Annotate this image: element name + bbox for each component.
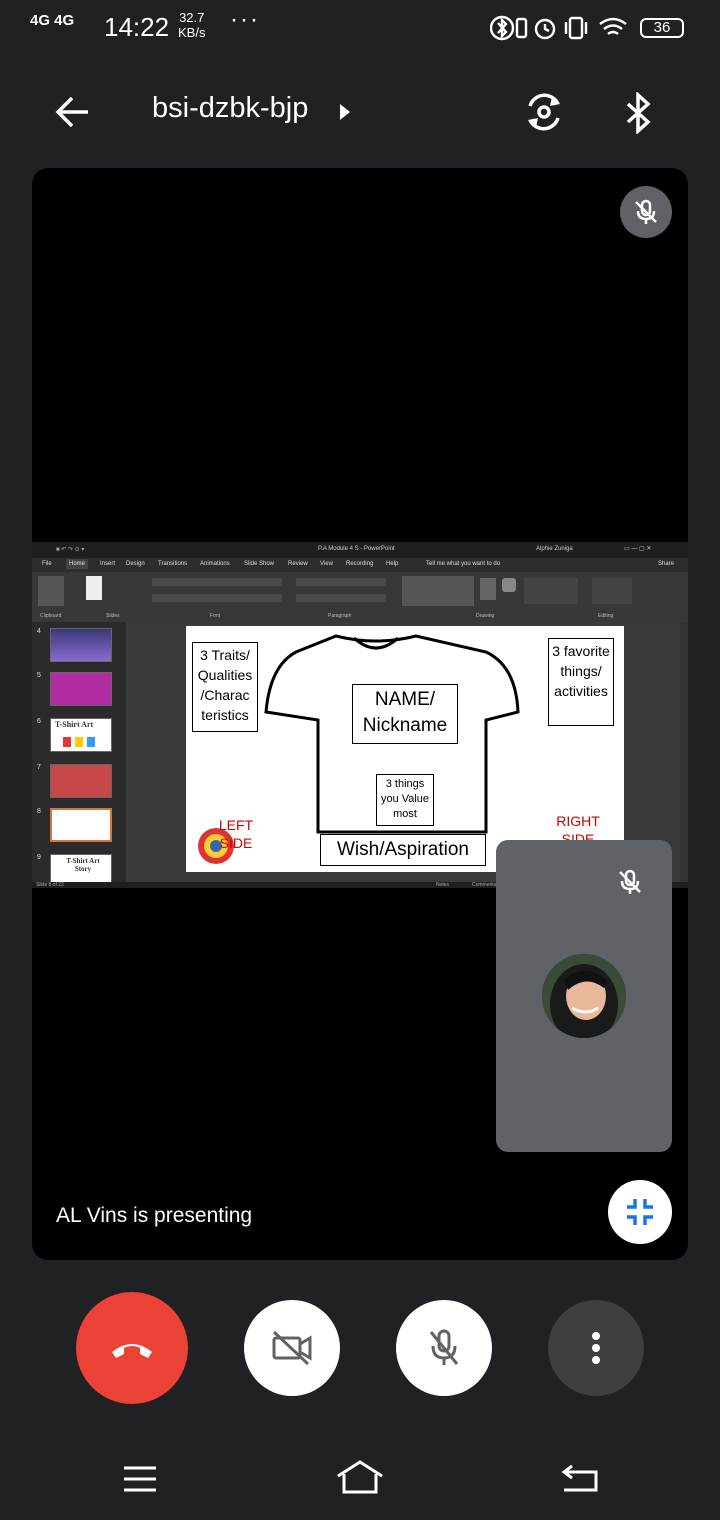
current-slide: 3 Traits/ Qualities /Charac teristics 3 … xyxy=(186,626,624,872)
fullscreen-exit-icon xyxy=(627,1199,653,1225)
camera-toggle-button[interactable] xyxy=(244,1300,340,1396)
avatar xyxy=(542,954,626,1038)
clock: 14:22 xyxy=(104,12,170,42)
traits-box: 3 Traits/ Qualities /Charac teristics xyxy=(192,642,258,732)
favorite-things-box: 3 favorite things/ activities xyxy=(548,638,614,726)
menu-icon[interactable] xyxy=(122,1464,158,1494)
bluetooth-icon[interactable] xyxy=(624,92,654,134)
status-icons xyxy=(490,15,627,41)
shared-screen: ■ ↶ ↷ ⊙ ▾ P.A Module 4 S - PowerPoint Al… xyxy=(32,542,688,888)
network-speed: 32.7 KB/s xyxy=(178,10,206,40)
back-nav-icon[interactable] xyxy=(560,1462,600,1494)
slide-thumbnails: 4 5 6 T-Shirt Art 7 8 9 T-Shirt Art Stor… xyxy=(32,622,126,888)
tell-me: Tell me what you want to do xyxy=(426,561,501,567)
status-bar: 4G 4G 14:22 32.7 KB/s ··· 36 xyxy=(0,0,720,56)
more-vert-icon xyxy=(592,1332,600,1364)
ribbon-tabs: File Home Insert Design Transitions Anim… xyxy=(32,558,688,572)
left-side-label: LEFT SIDE xyxy=(218,817,254,851)
network-indicator: 4G 4G xyxy=(30,12,75,29)
wish-box: Wish/Aspiration xyxy=(320,834,486,866)
user-name: Alphie Zuniga xyxy=(536,546,573,552)
values-box: 3 things you Value most xyxy=(376,774,434,826)
ribbon: Clipboard Slides Font Paragraph Drawing … xyxy=(32,572,688,622)
battery-indicator: 36 xyxy=(640,18,684,38)
share-label: Share xyxy=(658,561,675,567)
title-bar: ■ ↶ ↷ ⊙ ▾ P.A Module 4 S - PowerPoint Al… xyxy=(32,542,688,558)
play-arrow-icon[interactable] xyxy=(338,102,352,122)
mic-off-icon xyxy=(429,1329,459,1365)
app-title: P.A Module 4 S - PowerPoint xyxy=(318,546,395,552)
switch-camera-icon[interactable] xyxy=(522,90,566,134)
home-icon[interactable] xyxy=(336,1460,384,1494)
self-mic-off-icon xyxy=(604,856,656,908)
more-notifications-icon: ··· xyxy=(230,6,260,33)
exit-fullscreen-button[interactable] xyxy=(608,1180,672,1244)
self-view-tile[interactable] xyxy=(496,840,672,1152)
system-nav-bar xyxy=(0,1440,720,1520)
phone-hangup-icon xyxy=(112,1344,152,1358)
mic-toggle-button[interactable] xyxy=(396,1300,492,1396)
name-box: NAME/ Nickname xyxy=(352,684,458,744)
presenting-label: AL Vins is presenting xyxy=(56,1204,253,1227)
meeting-code[interactable]: bsi-dzbk-bjp xyxy=(152,92,308,125)
more-options-button[interactable] xyxy=(548,1300,644,1396)
presenter-mic-off-icon xyxy=(620,186,672,238)
back-arrow-icon[interactable] xyxy=(54,94,90,130)
camera-off-icon xyxy=(272,1330,312,1366)
end-call-button[interactable] xyxy=(76,1292,188,1404)
